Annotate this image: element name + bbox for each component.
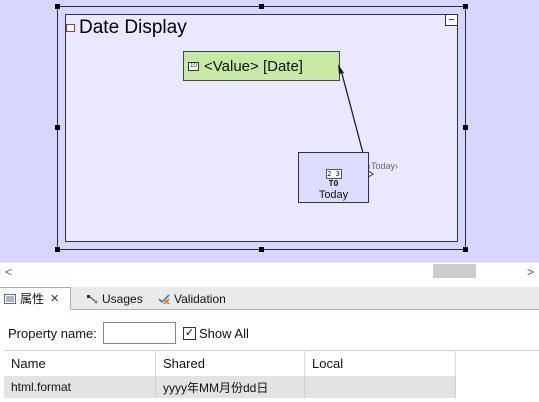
- close-icon[interactable]: ✕: [50, 292, 59, 305]
- tab-usages-label: Usages: [102, 291, 143, 306]
- cell-name[interactable]: html.format: [4, 376, 156, 398]
- table-row[interactable]: html.format yyyy年MM月份dd日: [4, 376, 456, 398]
- connection-wire: [338, 64, 374, 181]
- column-header-name[interactable]: Name: [4, 351, 156, 376]
- validation-icon: [158, 293, 170, 304]
- show-all-label: Show All: [199, 326, 249, 341]
- column-header-local[interactable]: Local: [305, 351, 456, 376]
- property-name-input[interactable]: [102, 322, 176, 344]
- panel-separator: [0, 279, 539, 287]
- property-filter-row: Property name:: [8, 322, 176, 344]
- scroll-right-arrow[interactable]: >: [522, 263, 539, 280]
- cell-local[interactable]: [305, 376, 456, 398]
- view-tabbar: 属性 ✕ Usages Validation: [0, 287, 539, 310]
- cell-shared[interactable]: yyyy年MM月份dd日: [156, 376, 305, 398]
- calendar-icon: 2 3: [325, 169, 342, 179]
- today-port-text: Today: [371, 161, 396, 171]
- today-node-label: Today: [318, 189, 349, 201]
- tab-validation-label: Validation: [174, 291, 226, 306]
- scrollbar-thumb[interactable]: [433, 264, 476, 278]
- properties-panel: Property name: ✓ Show All Name Shared Lo…: [0, 310, 539, 402]
- tab-properties[interactable]: 属性 ✕: [0, 287, 71, 310]
- properties-table: Name Shared Local html.format yyyy年MM月份d…: [4, 350, 539, 402]
- tab-validation[interactable]: Validation: [154, 287, 230, 310]
- show-all-checkbox[interactable]: ✓ Show All: [183, 326, 249, 341]
- today-to-text: TO: [328, 179, 339, 188]
- table-header: Name Shared Local: [4, 351, 539, 376]
- scroll-left-arrow[interactable]: <: [0, 263, 17, 280]
- checkbox-check-icon[interactable]: ✓: [183, 327, 196, 340]
- diagram-canvas[interactable]: Date Display − 10 <Value> [Date] 2 3 TO …: [0, 0, 539, 262]
- properties-icon: [4, 293, 16, 304]
- tab-properties-label: 属性: [20, 292, 45, 306]
- property-name-label: Property name:: [8, 325, 97, 341]
- usages-icon: [87, 294, 98, 303]
- tab-usages[interactable]: Usages: [82, 287, 147, 310]
- today-function-node[interactable]: 2 3 TO Today: [298, 152, 369, 203]
- horizontal-scrollbar[interactable]: < >: [0, 262, 539, 279]
- column-header-shared[interactable]: Shared: [156, 351, 305, 376]
- today-port-label: ‹Today›: [368, 161, 399, 171]
